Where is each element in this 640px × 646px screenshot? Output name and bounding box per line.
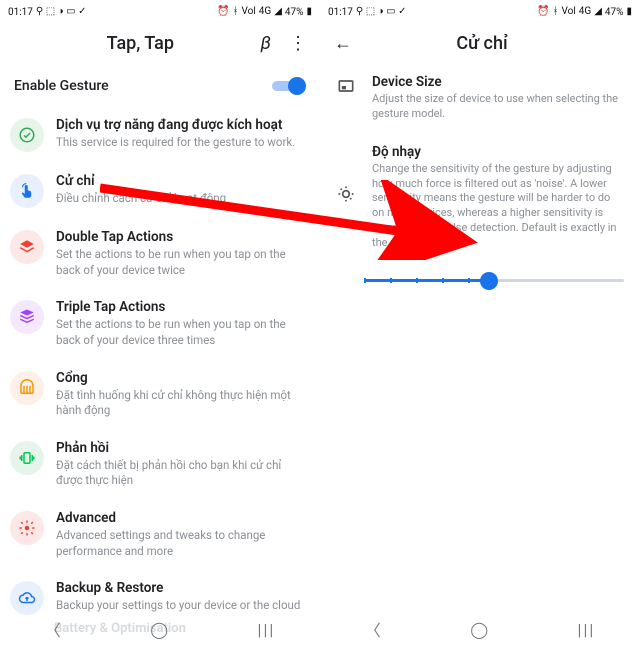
brightness-icon <box>336 184 360 208</box>
nav-recents-icon[interactable]: ||| <box>258 620 276 639</box>
item-desc: Advanced settings and tweaks to change p… <box>56 528 308 559</box>
item-title: Backup & Restore <box>56 579 308 597</box>
aspect-icon <box>336 76 360 100</box>
network-icon: 4G <box>579 7 591 17</box>
status-time: 01:17 <box>328 7 353 18</box>
touch-icon <box>10 174 44 208</box>
item-desc: Điều chỉnh cách cử chỉ hoạt động <box>56 191 308 207</box>
alarm-icon: ⏰ <box>217 7 229 17</box>
item-desc: Set the actions to be run when you tap o… <box>56 247 308 278</box>
item-gesture[interactable]: Cử chỉ Điều chỉnh cách cử chỉ hoạt động <box>0 162 320 218</box>
nav-recents-icon[interactable]: ||| <box>578 620 596 639</box>
nav-bar: 〈 ◯ ||| <box>320 612 640 646</box>
beta-badge[interactable]: β <box>251 33 281 54</box>
alarm-icon: ⏰ <box>537 7 549 17</box>
item-title: Phản hồi <box>56 439 308 457</box>
item-desc: Set the actions to be run when you tap o… <box>56 317 308 348</box>
item-sensitivity[interactable]: Độ nhạy Change the sensitivity of the ge… <box>320 134 640 255</box>
item-desc: Adjust the size of device to use when se… <box>372 92 624 122</box>
enable-gesture-row[interactable]: Enable Gesture <box>0 64 320 106</box>
item-title: Device Size <box>372 74 624 90</box>
enable-gesture-switch[interactable] <box>272 76 306 96</box>
nav-bar: 〈 ◯ ||| <box>0 612 320 646</box>
phone-right: 01:17 ⚲ ⬚ ◑ ▭ ✓ ⏰ ᚼ Vol 4G ◢ 47% ▮ ← Cử … <box>320 0 640 646</box>
app-title: Cử chỉ <box>360 33 604 54</box>
item-device-size[interactable]: Device Size Adjust the size of device to… <box>320 64 640 134</box>
network-icon: 4G <box>259 7 271 17</box>
volte-icon: Vol <box>561 7 575 17</box>
signal-icon: ◢ <box>274 7 282 17</box>
item-desc: Đặt tình huống khi cử chỉ không thực hiệ… <box>56 388 308 419</box>
item-feedback[interactable]: Phản hồi Đặt cách thiết bị phản hồi cho … <box>0 429 320 499</box>
nav-home-icon[interactable]: ◯ <box>470 620 488 639</box>
nav-back-icon[interactable]: 〈 <box>365 617 381 641</box>
status-bar: 01:17 ⚲ ⬚ ◑ ▭ ✓ ⏰ ᚼ Vol 4G ◢ 47% ▮ <box>0 0 320 22</box>
battery-text: 47% <box>285 7 304 18</box>
item-desc: Đặt cách thiết bị phản hồi cho bạn khi c… <box>56 458 308 489</box>
app-bar: ← Cử chỉ <box>320 22 640 64</box>
slider-thumb[interactable] <box>481 273 497 289</box>
status-time: 01:17 <box>8 7 33 18</box>
item-title: Độ nhạy <box>372 144 624 160</box>
gear-icon <box>10 511 44 545</box>
item-service[interactable]: Dịch vụ trợ năng đang được kích hoạt Thi… <box>0 106 320 162</box>
overflow-menu-icon[interactable]: ⋮ <box>281 33 314 54</box>
item-title: Cổng <box>56 369 308 387</box>
layers-icon <box>10 230 44 264</box>
item-title: Cử chỉ <box>56 172 308 190</box>
signal-icon: ◢ <box>594 7 602 17</box>
battery-icon: ▮ <box>626 7 632 17</box>
bluetooth-icon: ᚼ <box>232 7 238 17</box>
status-bar: 01:17 ⚲ ⬚ ◑ ▭ ✓ ⏰ ᚼ Vol 4G ◢ 47% ▮ <box>320 0 640 22</box>
item-title: Triple Tap Actions <box>56 298 308 316</box>
nav-home-icon[interactable]: ◯ <box>150 620 168 639</box>
item-advanced[interactable]: Advanced Advanced settings and tweaks to… <box>0 499 320 569</box>
phone-left: 01:17 ⚲ ⬚ ◑ ▭ ✓ ⏰ ᚼ Vol 4G ◢ 47% ▮ Tap, … <box>0 0 320 646</box>
app-title: Tap, Tap <box>30 33 251 54</box>
battery-icon: ▮ <box>306 7 312 17</box>
back-button[interactable]: ← <box>326 33 360 54</box>
layers3-icon <box>10 300 44 334</box>
bluetooth-icon: ᚼ <box>552 7 558 17</box>
app-bar: Tap, Tap β ⋮ <box>0 22 320 64</box>
item-desc: Change the sensitivity of the gesture by… <box>372 162 624 251</box>
vibrate-icon <box>10 441 44 475</box>
volte-icon: Vol <box>241 7 255 17</box>
slider-fill <box>364 279 489 282</box>
gate-icon <box>10 371 44 405</box>
item-gates[interactable]: Cổng Đặt tình huống khi cử chỉ không thự… <box>0 359 320 429</box>
sensitivity-slider[interactable] <box>364 269 624 293</box>
cloud-icon <box>10 581 44 615</box>
item-double-tap[interactable]: Double Tap Actions Set the actions to be… <box>0 218 320 288</box>
item-title: Advanced <box>56 509 308 527</box>
status-misc-icons: ⚲ ⬚ ◑ ▭ ✓ <box>36 7 87 17</box>
item-title: Double Tap Actions <box>56 228 308 246</box>
item-triple-tap[interactable]: Triple Tap Actions Set the actions to be… <box>0 288 320 358</box>
nav-back-icon[interactable]: 〈 <box>45 617 61 641</box>
enable-gesture-label: Enable Gesture <box>14 78 109 94</box>
item-desc: This service is required for the gesture… <box>56 135 308 151</box>
battery-text: 47% <box>605 7 624 18</box>
item-title: Dịch vụ trợ năng đang được kích hoạt <box>56 116 308 134</box>
status-misc-icons: ⚲ ⬚ ◑ ▭ ✓ <box>356 7 407 17</box>
check-icon <box>10 118 44 152</box>
